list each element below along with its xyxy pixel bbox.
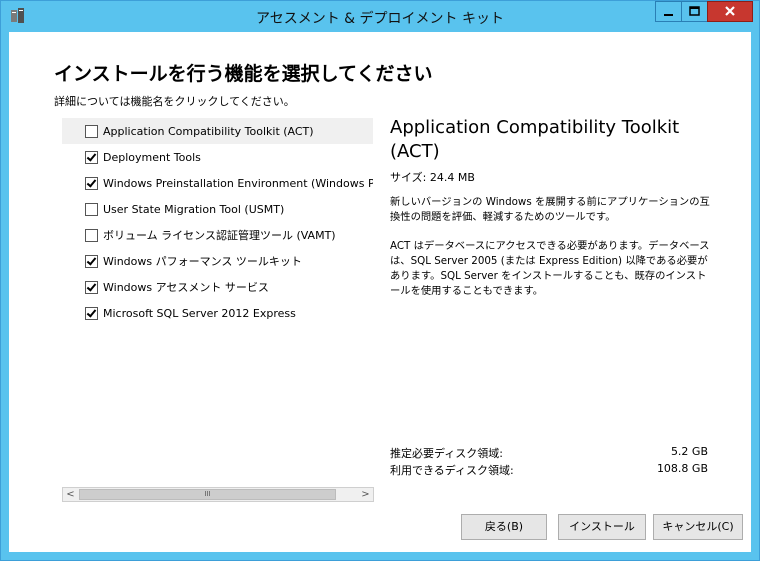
feature-checkbox[interactable]: [85, 202, 98, 216]
feature-checkbox[interactable]: [85, 124, 98, 138]
feature-label: Application Compatibility Toolkit (ACT): [103, 124, 314, 138]
feature-label: Windows パフォーマンス ツールキット: [103, 255, 302, 268]
dialog-content: インストールを行う機能を選択してください 詳細については機能名をクリックしてくだ…: [9, 32, 751, 552]
available-disk-value: 108.8 GB: [656, 462, 708, 475]
feature-label: Deployment Tools: [103, 150, 201, 164]
feature-item-assessment-services[interactable]: Windows アセスメント サービス: [62, 274, 373, 300]
feature-label: User State Migration Tool (USMT): [103, 202, 285, 216]
feature-note: ACT はデータベースにアクセスできる必要があります。データベースは、SQL S…: [390, 240, 710, 297]
feature-checkbox[interactable]: [85, 254, 98, 268]
feature-item-performance-toolkit[interactable]: Windows パフォーマンス ツールキット: [62, 248, 373, 274]
feature-checkbox[interactable]: [85, 306, 98, 320]
cancel-button[interactable]: キャンセル(C): [653, 514, 743, 540]
feature-item-deployment-tools[interactable]: Deployment Tools: [62, 144, 373, 170]
feature-label: Windows アセスメント サービス: [103, 281, 269, 294]
feature-item-vamt[interactable]: ボリューム ライセンス認証管理ツール (VAMT): [62, 222, 373, 248]
feature-size: サイズ: 24.4 MB: [390, 171, 475, 184]
required-disk-value: 5.2 GB: [670, 445, 708, 458]
install-button[interactable]: インストール: [558, 514, 646, 540]
feature-item-act[interactable]: Application Compatibility Toolkit (ACT): [62, 118, 373, 144]
required-disk-label: 推定必要ディスク領域:: [390, 447, 503, 460]
feature-item-windows-pe[interactable]: Windows Preinstallation Environment (Win…: [62, 170, 373, 196]
minimize-button[interactable]: [655, 1, 682, 22]
maximize-button[interactable]: [681, 1, 708, 22]
scroll-left-button[interactable]: <: [63, 488, 78, 501]
scroll-right-button[interactable]: >: [358, 488, 373, 501]
feature-label: ボリューム ライセンス認証管理ツール (VAMT): [103, 229, 336, 242]
window-title: アセスメント & デプロイメント キット: [256, 11, 504, 27]
available-disk-space: 利用できるディスク領域: 108.8 GB: [390, 462, 708, 478]
maximize-icon: [689, 6, 700, 16]
close-icon: [725, 6, 735, 16]
feature-item-usmt[interactable]: User State Migration Tool (USMT): [62, 196, 373, 222]
instruction-text: 詳細については機能名をクリックしてください。: [54, 95, 295, 108]
feature-checkbox[interactable]: [85, 280, 98, 294]
feature-detail-title: Application Compatibility Toolkit (ACT): [390, 117, 680, 162]
installer-window: アセスメント & デプロイメント キット インストールを行う機能を選択してくださ…: [0, 0, 760, 561]
title-bar[interactable]: アセスメント & デプロイメント キット: [1, 1, 759, 32]
available-disk-label: 利用できるディスク領域:: [390, 464, 514, 477]
feature-label: Windows Preinstallation Environment (Win…: [103, 176, 373, 190]
feature-checkbox[interactable]: [85, 150, 98, 164]
feature-item-sql-express[interactable]: Microsoft SQL Server 2012 Express: [62, 300, 373, 326]
feature-description: 新しいバージョンの Windows を展開する前にアプリケーションの互換性の問題…: [390, 196, 710, 223]
close-button[interactable]: [707, 1, 753, 22]
scrollbar-thumb[interactable]: III: [79, 489, 336, 500]
horizontal-scrollbar[interactable]: < III >: [62, 487, 374, 502]
minimize-icon: [664, 14, 673, 16]
feature-checkbox[interactable]: [85, 228, 98, 242]
feature-list: Application Compatibility Toolkit (ACT) …: [62, 118, 373, 478]
back-button[interactable]: 戻る(B): [461, 514, 547, 540]
feature-checkbox[interactable]: [85, 176, 98, 190]
feature-label: Microsoft SQL Server 2012 Express: [103, 306, 296, 320]
page-heading: インストールを行う機能を選択してください: [54, 63, 433, 85]
required-disk-space: 推定必要ディスク領域: 5.2 GB: [390, 445, 708, 461]
